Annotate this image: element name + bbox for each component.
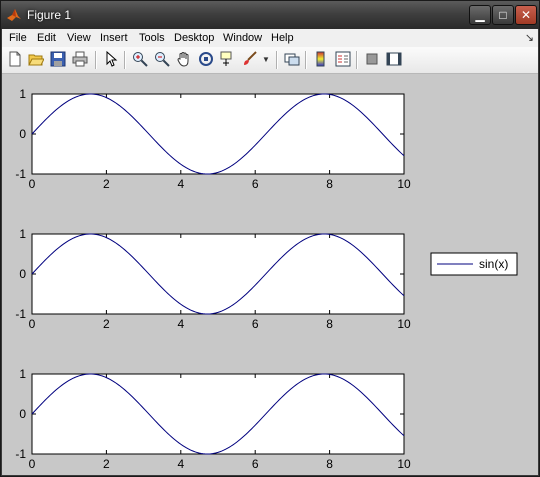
menu-desktop[interactable]: Desktop — [174, 32, 214, 44]
save-icon[interactable] — [49, 51, 67, 69]
axes-2-xtick-label: 0 — [29, 317, 36, 331]
zoom-in-icon[interactable] — [131, 51, 149, 69]
toolbar-separator — [95, 51, 97, 69]
figure-toolbar: ▼ — [2, 47, 538, 74]
menu-help[interactable]: Help — [271, 32, 294, 44]
toolbar-separator — [124, 51, 126, 69]
axes-2-xtick-label: 2 — [103, 317, 110, 331]
maximize-button[interactable]: □ — [492, 5, 514, 25]
toolbar-separator — [276, 51, 278, 69]
axes-3-xtick-label: 8 — [326, 457, 333, 471]
axes-1-box — [31, 93, 405, 175]
rotate-3d-icon[interactable] — [197, 51, 215, 69]
axes-3-ytick-label: 1 — [19, 367, 26, 381]
close-button[interactable]: ✕ — [515, 5, 537, 25]
axes-3-ytick-label: -1 — [15, 447, 26, 461]
pan-hand-icon[interactable] — [175, 51, 193, 69]
matlab-logo-icon — [6, 7, 22, 23]
title-bar[interactable]: Figure 1 ▁ □ ✕ — [1, 1, 539, 29]
menu-insert[interactable]: Insert — [100, 32, 128, 44]
menu-bar: File Edit View Insert Tools Desktop Wind… — [2, 29, 538, 47]
menu-file[interactable]: File — [9, 32, 27, 44]
maximize-icon: □ — [499, 8, 507, 22]
menu-tools[interactable]: Tools — [139, 32, 165, 44]
window-title: Figure 1 — [27, 8, 72, 22]
data-cursor-icon[interactable] — [219, 51, 237, 69]
print-icon[interactable] — [71, 51, 89, 69]
axes-3-xtick-label: 0 — [29, 457, 36, 471]
axes-2-ytick-label: -1 — [15, 307, 26, 321]
menu-edit[interactable]: Edit — [37, 32, 56, 44]
axes-1-xtick-label: 10 — [397, 177, 411, 191]
brush-dropdown-icon[interactable]: ▼ — [261, 51, 271, 69]
axes-1-xtick-label: 0 — [29, 177, 36, 191]
zoom-out-icon[interactable] — [153, 51, 171, 69]
axes-2-xtick-label: 6 — [252, 317, 259, 331]
axes-2-ytick-label: 0 — [19, 267, 26, 281]
dock-arrow-icon[interactable]: ↘ — [525, 31, 534, 44]
axes-3-xtick-label: 2 — [103, 457, 110, 471]
minimize-button[interactable]: ▁ — [469, 5, 491, 25]
figure-canvas[interactable]: 0 2 4 6 8 10 1 0 -1 0 2 4 6 8 10 1 0 -1 sin(x) 0 2 4 6 8 10 1 0 -1 — [2, 74, 538, 475]
axes-3-xtick-label: 10 — [397, 457, 411, 471]
axes-3-ytick-label: 0 — [19, 407, 26, 421]
axes-1-ytick-label: 1 — [19, 87, 26, 101]
toolbar-separator — [305, 51, 307, 69]
open-file-icon[interactable] — [27, 51, 45, 69]
close-icon: ✕ — [520, 8, 532, 22]
axes-1-ytick-label: 0 — [19, 127, 26, 141]
insert-colorbar-icon[interactable] — [312, 51, 330, 69]
axes-3-xtick-label: 6 — [252, 457, 259, 471]
axes-2-xtick-label: 4 — [177, 317, 184, 331]
axes-1-ytick-label: -1 — [15, 167, 26, 181]
axes-3-box — [31, 373, 405, 455]
axes-1-xtick-label: 8 — [326, 177, 333, 191]
insert-legend-icon[interactable] — [334, 51, 352, 69]
menu-window[interactable]: Window — [223, 32, 262, 44]
axes-1-xtick-label: 6 — [252, 177, 259, 191]
show-plot-tools-icon[interactable] — [385, 51, 403, 69]
link-plot-icon[interactable] — [283, 51, 301, 69]
axes-2-xtick-label: 10 — [397, 317, 411, 331]
subplots-svg: 0 2 4 6 8 1010-10 2 4 6 8 1010-1sin(x)0 2 4 6 8 1010-1 — [15, 87, 518, 471]
figure-window: Figure 1 ▁ □ ✕ File Edit View Insert Too… — [0, 0, 540, 477]
minimize-icon: ▁ — [475, 8, 485, 22]
axes-3-xtick-label: 4 — [177, 457, 184, 471]
legend-entry-label: sin(x) — [479, 257, 508, 271]
edit-plot-arrow-icon[interactable] — [102, 50, 120, 69]
toolbar-separator — [356, 51, 358, 69]
axes-2-box — [31, 233, 405, 315]
hide-plot-tools-icon[interactable] — [363, 51, 381, 69]
new-figure-icon[interactable] — [6, 51, 24, 69]
brush-icon[interactable] — [241, 51, 259, 69]
axes-2-xtick-label: 8 — [326, 317, 333, 331]
axes-2-ytick-label: 1 — [19, 227, 26, 241]
menu-view[interactable]: View — [67, 32, 91, 44]
axes-1-xtick-label: 2 — [103, 177, 110, 191]
axes-1-xtick-label: 4 — [177, 177, 184, 191]
